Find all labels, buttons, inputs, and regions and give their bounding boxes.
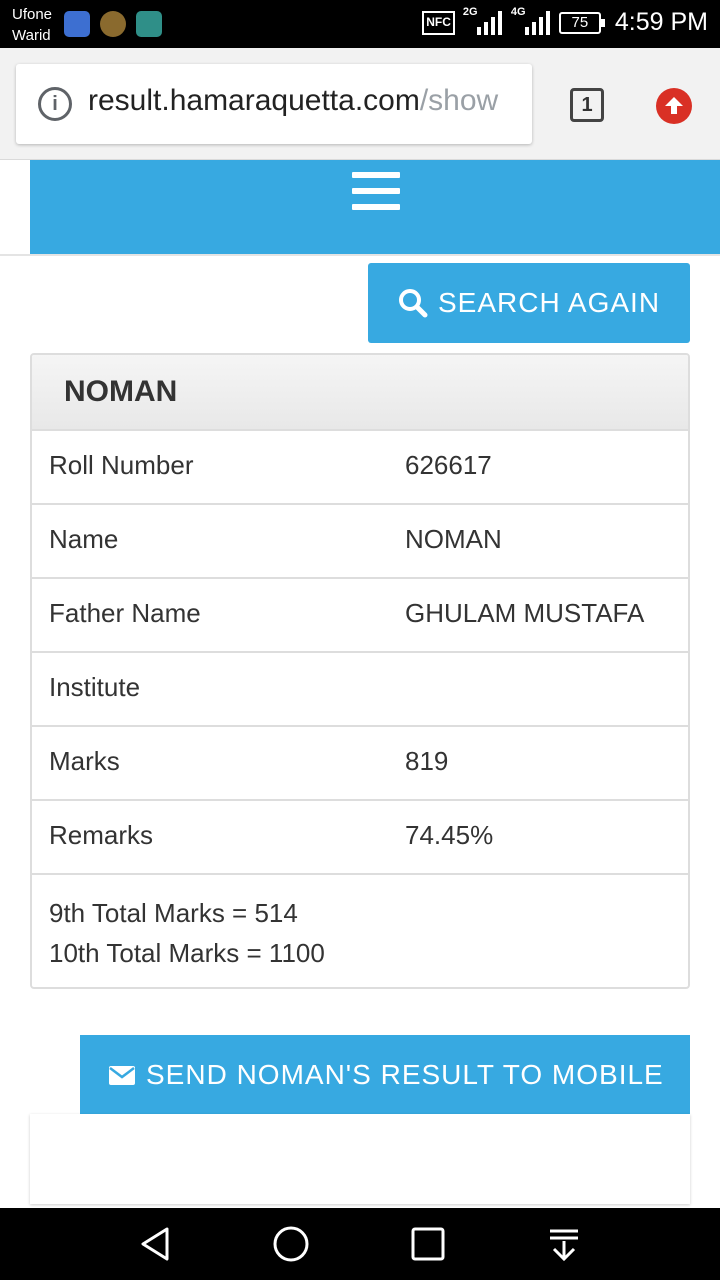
result-panel: NOMAN Roll Number 626617 Name NOMAN Fath… [30, 353, 690, 989]
game-app-icon [100, 11, 126, 37]
roll-number-value: 626617 [405, 450, 492, 480]
gallery-app-icon [136, 11, 162, 37]
battery-icon: 75 [558, 11, 605, 34]
ninth-total-marks: 9th Total Marks = 514 [49, 898, 298, 928]
table-row: Father Name GHULAM MUSTAFA [32, 579, 688, 653]
header-gap [0, 160, 30, 254]
table-row: Name NOMAN [32, 505, 688, 579]
send-result-label: SEND NOMAN'S RESULT TO MOBILE [146, 1058, 664, 1090]
remarks-label: Remarks [49, 820, 154, 850]
url-path: /show [419, 84, 499, 117]
menu-icon[interactable] [352, 172, 400, 212]
address-bar[interactable]: i result.hamaraquetta.com/show [16, 64, 532, 144]
remarks-value: 74.45% [405, 820, 494, 850]
notification-icons [64, 11, 162, 37]
divider [0, 254, 720, 256]
father-name-label: Father Name [49, 598, 201, 628]
envelope-icon [109, 1065, 135, 1085]
url-main: result.hamaraquetta.com [88, 84, 420, 117]
system-indicators: NFC 2G 4G 75 4:59 PM [422, 5, 708, 37]
table-row: Marks 819 [32, 727, 688, 801]
info-icon[interactable]: i [38, 87, 72, 121]
home-icon[interactable] [272, 1225, 310, 1263]
carrier-1: Ufone [12, 6, 53, 23]
carrier-names: Ufone Warid [12, 4, 52, 46]
name-label: Name [49, 524, 119, 554]
content-box [30, 1114, 690, 1204]
nfc-icon: NFC [422, 10, 455, 35]
result-heading: NOMAN [32, 355, 688, 431]
signal-4g-icon: 4G [510, 5, 551, 37]
father-name-value: GHULAM MUSTAFA [405, 598, 645, 628]
network-4g-label: 4G [510, 5, 526, 18]
update-icon[interactable] [656, 88, 692, 124]
url-text[interactable]: result.hamaraquetta.com/show [88, 84, 532, 118]
tab-switcher-icon[interactable]: 1 [570, 88, 604, 122]
roll-number-label: Roll Number [49, 450, 194, 480]
signal-2g-icon: 2G [462, 5, 503, 37]
search-again-button[interactable]: SEARCH AGAIN [368, 263, 690, 343]
health-app-icon [64, 11, 90, 37]
table-row: Remarks 74.45% [32, 801, 688, 875]
table-row: Roll Number 626617 [32, 431, 688, 505]
carrier-2: Warid [12, 27, 51, 44]
search-icon [399, 289, 428, 318]
network-2g-label: 2G [462, 5, 478, 18]
status-bar: Ufone Warid NFC 2G 4G 75 4:59 PM [0, 0, 720, 48]
recents-icon[interactable] [409, 1225, 447, 1263]
browser-toolbar: i result.hamaraquetta.com/show [0, 48, 720, 160]
navigation-bar [0, 1208, 720, 1280]
site-header [30, 160, 720, 254]
name-value: NOMAN [405, 524, 502, 554]
clock: 4:59 PM [614, 8, 708, 36]
table-row: Institute [32, 653, 688, 727]
notifications-icon[interactable] [545, 1225, 583, 1263]
totals-row: 9th Total Marks = 514 10th Total Marks =… [32, 875, 688, 973]
send-result-button[interactable]: SEND NOMAN'S RESULT TO MOBILE [80, 1035, 690, 1114]
search-again-label: SEARCH AGAIN [438, 287, 661, 318]
tenth-total-marks: 10th Total Marks = 1100 [49, 938, 325, 968]
back-icon[interactable] [137, 1225, 175, 1263]
marks-value: 819 [405, 746, 449, 776]
marks-label: Marks [49, 746, 120, 776]
institute-label: Institute [49, 672, 141, 702]
